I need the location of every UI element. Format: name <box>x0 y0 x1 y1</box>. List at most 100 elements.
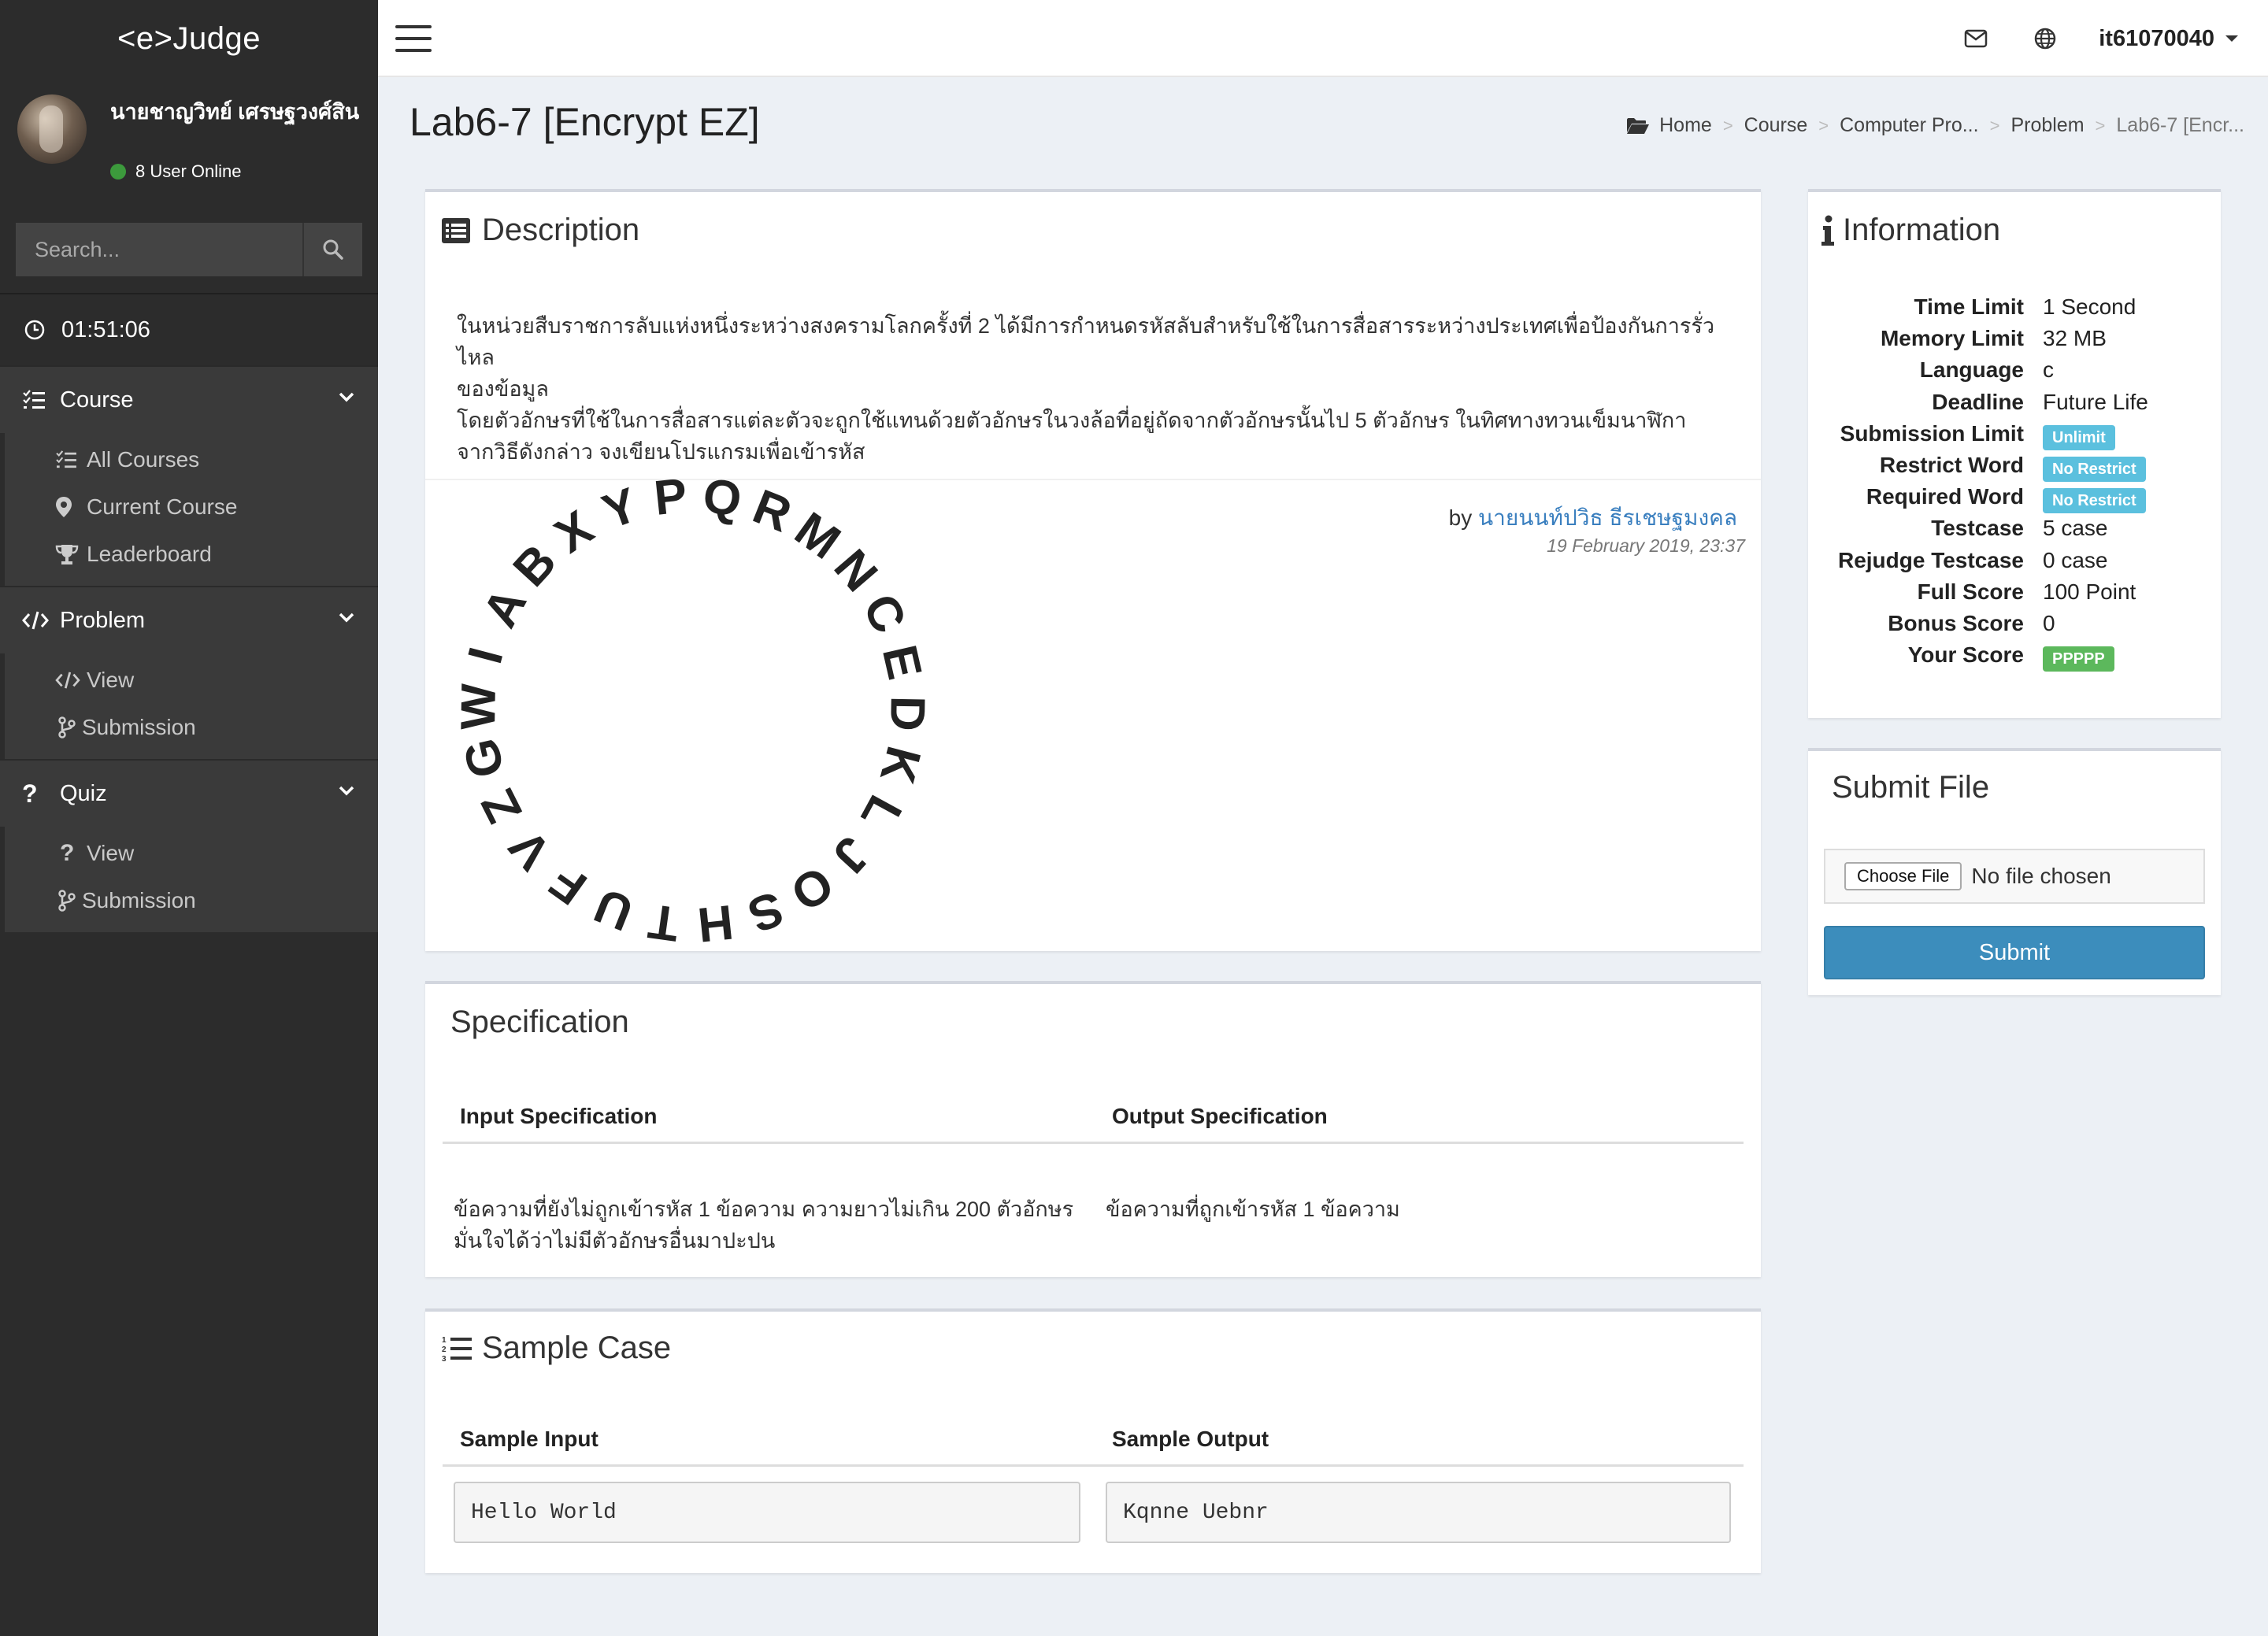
sidebar-item-quiz-submission[interactable]: Submission <box>5 877 378 924</box>
sidebar-item-quiz-view[interactable]: ? View <box>5 830 378 877</box>
globe-icon <box>2035 28 2056 50</box>
wheel-letter: Z <box>471 781 533 832</box>
breadcrumb-current: Lab6-7 [Encr... <box>2116 114 2244 136</box>
user-name: นายชาญวิทย์ เศรษฐวงศ์สิน <box>110 100 360 124</box>
wheel-letter: Y <box>595 478 644 540</box>
post-date: 19 February 2019, 23:37 <box>1547 535 1745 556</box>
file-input[interactable]: Choose File No file chosen <box>1824 849 2205 904</box>
submit-file-title: Submit File <box>1832 770 1990 805</box>
username: it61070040 <box>2099 25 2214 51</box>
hamburger-menu-icon[interactable] <box>395 25 432 52</box>
info-label: Restrict Word <box>1879 453 2024 477</box>
wheel-letter: B <box>503 535 567 598</box>
submit-file-box: Submit File Choose File No file chosen S… <box>1808 748 2221 995</box>
sample-case-title: 123 Sample Case <box>441 1331 671 1366</box>
info-row: Restrict Word No Restrict <box>1808 453 2218 484</box>
sidebar-item-current-course[interactable]: Current Course <box>5 483 378 531</box>
submenu-quiz: ? View Submission <box>0 827 378 932</box>
info-label: Your Score <box>1907 642 2024 668</box>
breadcrumb-course[interactable]: Course <box>1744 114 1808 137</box>
svg-text:3: 3 <box>442 1355 447 1363</box>
breadcrumb-home[interactable]: Home <box>1659 114 1712 137</box>
svg-text:1: 1 <box>442 1336 447 1345</box>
sample-output-header: Sample Output <box>1112 1427 1269 1451</box>
language-button[interactable] <box>2010 0 2080 77</box>
search-button[interactable] <box>302 223 362 276</box>
info-row: Submission Limit Unlimit <box>1808 421 2218 453</box>
info-badge: Unlimit <box>2043 423 2115 450</box>
status-badge: Unlimit <box>2043 424 2115 450</box>
description-box: Description ในหน่วยสืบราชการลับแห่งหนึ่ง… <box>425 189 1761 951</box>
status-badge: PPPPP <box>2043 646 2114 672</box>
wheel-letter: E <box>872 640 932 684</box>
svg-text:2: 2 <box>442 1345 447 1354</box>
sidebar-search <box>16 223 362 276</box>
info-row: Time Limit 1 Second <box>1808 294 2218 326</box>
user-dropdown[interactable]: it61070040 <box>2080 26 2268 52</box>
info-label: Time Limit <box>1914 294 2024 319</box>
info-row: Full Score 100 Point <box>1808 579 2218 611</box>
mail-button[interactable] <box>1941 0 2010 77</box>
description-text: ในหน่วยสืบราชการลับแห่งหนึ่งระหว่างสงครา… <box>457 310 1717 468</box>
wheel-letter: V <box>499 820 561 879</box>
clock: 01:51:06 <box>0 293 378 365</box>
sample-input-box[interactable]: Hello World <box>454 1482 1080 1543</box>
wheel-letter: U <box>587 877 640 941</box>
info-row: Language c <box>1808 357 2218 389</box>
submit-button[interactable]: Submit <box>1824 926 2205 979</box>
caret-down-icon <box>2225 35 2238 42</box>
info-label: Full Score <box>1917 579 2024 604</box>
sidebar-item-leaderboard[interactable]: Leaderboard <box>5 531 378 578</box>
clock-time: 01:51:06 <box>61 316 150 342</box>
breadcrumb-separator: > <box>1722 115 1733 135</box>
breadcrumb-separator: > <box>1818 115 1829 135</box>
menu-course[interactable]: Course <box>0 365 378 433</box>
sample-output-box[interactable]: Kqnne Uebnr <box>1106 1482 1731 1543</box>
by-prefix: by <box>1448 505 1473 530</box>
info-label: Submission Limit <box>1840 420 2024 446</box>
list-ol-icon: 123 <box>442 1336 472 1363</box>
online-dot-icon <box>110 164 126 180</box>
menu-problem[interactable]: Problem <box>0 586 378 653</box>
question-icon: ? <box>22 779 38 808</box>
menu-quiz-label: Quiz <box>60 780 107 806</box>
sidebar-item-problem-submission[interactable]: Submission <box>5 704 378 751</box>
information-title-text: Information <box>1843 213 2001 247</box>
search-icon <box>323 239 343 260</box>
tasks-icon <box>56 450 76 468</box>
breadcrumb-computer-pro[interactable]: Computer Pro... <box>1840 114 1978 137</box>
sample-case-title-text: Sample Case <box>482 1331 672 1365</box>
wheel-letter: Q <box>700 477 745 527</box>
search-input[interactable] <box>16 223 302 276</box>
menu-quiz[interactable]: ? Quiz <box>0 759 378 827</box>
breadcrumb-separator: > <box>2095 115 2106 135</box>
choose-file-button[interactable]: Choose File <box>1844 862 1962 890</box>
status-badge: No Restrict <box>2043 488 2146 514</box>
author-link[interactable]: นายนนท์ปวิธ ธีรเชษฐมงคล <box>1478 505 1737 530</box>
wheel-letter: J <box>822 827 880 883</box>
specification-box: Specification Input Specification Output… <box>425 981 1761 1277</box>
info-value: 5 case <box>2043 516 2108 541</box>
wheel-letter: L <box>850 787 912 838</box>
code-icon <box>55 672 80 689</box>
brand-logo[interactable]: <e>Judge <box>0 0 378 77</box>
sidebar-menu: Course All Courses Current Course Leader… <box>0 365 378 932</box>
sidebar-item-problem-view[interactable]: View <box>5 657 378 704</box>
sidebar-item-label: Leaderboard <box>87 542 212 566</box>
online-count: 8 User Online <box>135 161 242 181</box>
information-box: Information Time Limit 1 Second Memory Lim… <box>1808 189 2221 718</box>
description-title: Description <box>441 213 639 248</box>
input-spec-text: ข้อความที่ยังไม่ถูกเข้ารหัส 1 ข้อความ คว… <box>454 1194 1099 1257</box>
sidebar-item-label: View <box>87 841 135 865</box>
sidebar-item-all-courses[interactable]: All Courses <box>5 436 378 483</box>
info-label: Testcase <box>1931 516 2024 541</box>
cipher-wheel-image: P Q RMNCEDKLJOSHTUFVZGWIABXY <box>457 477 935 949</box>
breadcrumb-problem[interactable]: Problem <box>2010 114 2084 137</box>
avatar[interactable] <box>17 94 87 164</box>
wheel-letter: F <box>540 853 596 915</box>
wheel-letter: O <box>781 855 843 921</box>
clock-icon <box>24 320 45 340</box>
info-value: 0 case <box>2043 547 2108 572</box>
info-label: Memory Limit <box>1880 326 2024 351</box>
input-spec-header: Input Specification <box>460 1104 658 1128</box>
